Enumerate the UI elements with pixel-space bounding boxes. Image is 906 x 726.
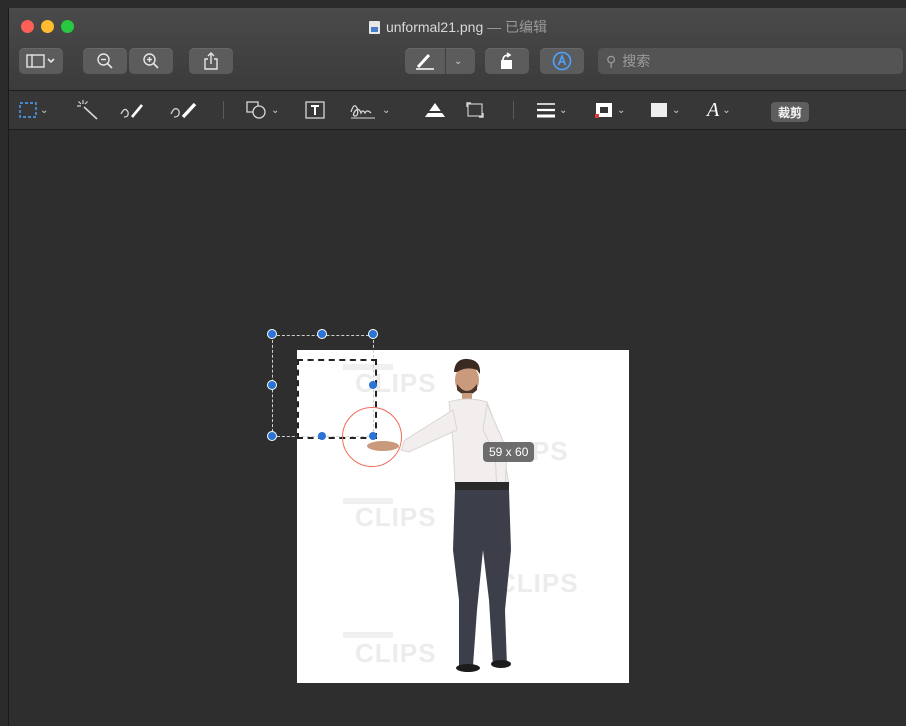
selection-handle-right[interactable] <box>369 381 377 389</box>
file-icon <box>368 21 380 34</box>
chevron-down-icon: ⌄ <box>454 55 463 67</box>
image-canvas[interactable]: CLIPS CLIPS CLIPS CLIPS CLIPS <box>9 130 906 726</box>
selection-handle-top-right[interactable] <box>368 329 378 339</box>
selection-handle-bottom[interactable] <box>318 432 326 440</box>
sketch-tool[interactable] <box>119 99 145 121</box>
sidebar-toggle-button[interactable] <box>19 48 63 74</box>
chevron-down-icon: ⌄ <box>40 104 49 116</box>
markup-icon <box>552 51 572 71</box>
shapes-tool[interactable]: ⌄ <box>246 99 279 121</box>
rect-selection-tool[interactable]: ⌄ <box>19 99 48 121</box>
zoom-in-button[interactable] <box>129 48 173 74</box>
border-color-icon <box>595 103 612 118</box>
zoom-in-icon <box>143 53 159 69</box>
chevron-down-icon: ⌄ <box>271 104 280 116</box>
instant-alpha-icon <box>77 100 98 120</box>
chevron-down-icon: ⌄ <box>617 104 626 116</box>
zoom-out-button[interactable] <box>83 48 127 74</box>
magnifier-loupe[interactable] <box>342 407 402 467</box>
chevron-down-icon: ⌄ <box>672 104 681 116</box>
adjust-color-tool[interactable] <box>423 99 447 121</box>
edited-label: 已编辑 <box>505 19 548 35</box>
chevron-down-icon: ⌄ <box>382 104 391 116</box>
share-button[interactable] <box>189 48 233 74</box>
draw-tool[interactable] <box>169 99 199 121</box>
search-icon: ⚲ <box>606 52 617 69</box>
shapes-icon <box>246 101 266 119</box>
adjust-size-tool[interactable] <box>465 99 485 121</box>
sign-icon <box>350 105 375 119</box>
markup-toolbar: ⌄ ⌄ ⌄ ⌄ ⌄ ⌄ A ⌄ 裁剪 <box>9 91 906 130</box>
toolbar-divider <box>513 101 514 119</box>
border-style-icon <box>537 103 555 118</box>
window-title: unformal21.png — 已编辑 <box>9 17 906 37</box>
border-style-tool[interactable]: ⌄ <box>536 99 567 121</box>
text-tool[interactable] <box>305 99 325 121</box>
filename: unformal21.png <box>385 19 484 35</box>
share-icon <box>204 52 218 70</box>
rotate-icon <box>501 52 512 69</box>
instant-alpha-tool[interactable] <box>77 99 99 121</box>
edited-separator: — <box>487 19 502 35</box>
sign-tool[interactable]: ⌄ <box>349 99 390 121</box>
crop-button[interactable]: 裁剪 <box>771 102 810 122</box>
fill-color-icon <box>651 103 667 117</box>
fill-color-tool[interactable]: ⌄ <box>649 99 680 121</box>
border-color-tool[interactable]: ⌄ <box>594 99 625 121</box>
zoom-out-icon <box>97 53 113 69</box>
pen-icon <box>416 53 434 70</box>
chevron-down-icon: ⌄ <box>722 104 731 116</box>
adjust-size-icon <box>466 102 484 118</box>
toolbar-divider <box>223 101 224 119</box>
title-bar: unformal21.png — 已编辑 ⌄ ⚲ 搜索 <box>9 8 906 91</box>
sidebar-icon <box>26 54 55 68</box>
selection-handle-top-left[interactable] <box>267 329 277 339</box>
rotate-button[interactable] <box>485 48 529 74</box>
adjust-color-icon <box>423 103 447 117</box>
selection-handle-bottom-left[interactable] <box>267 431 277 441</box>
selection-size-badge: 59 x 60 <box>483 442 535 462</box>
draw-icon <box>170 102 197 119</box>
chevron-down-icon: ⌄ <box>559 104 568 116</box>
sketch-icon <box>120 104 143 118</box>
preview-window: unformal21.png — 已编辑 ⌄ ⚲ 搜索 ⌄ ⌄ ⌄ ⌄ ⌄ ⌄ … <box>8 8 906 726</box>
markup-pen-button[interactable]: ⌄ <box>405 48 475 74</box>
text-style-icon: A <box>707 98 720 121</box>
text-icon <box>305 101 325 119</box>
text-style-tool[interactable]: A ⌄ <box>707 99 731 121</box>
search-placeholder: 搜索 <box>622 53 651 69</box>
search-field[interactable]: ⚲ 搜索 <box>598 48 903 74</box>
selection-handle-left[interactable] <box>267 380 277 390</box>
markup-toggle-button[interactable] <box>540 48 584 74</box>
selection-handle-top[interactable] <box>317 329 327 339</box>
rect-selection-icon <box>19 102 37 118</box>
